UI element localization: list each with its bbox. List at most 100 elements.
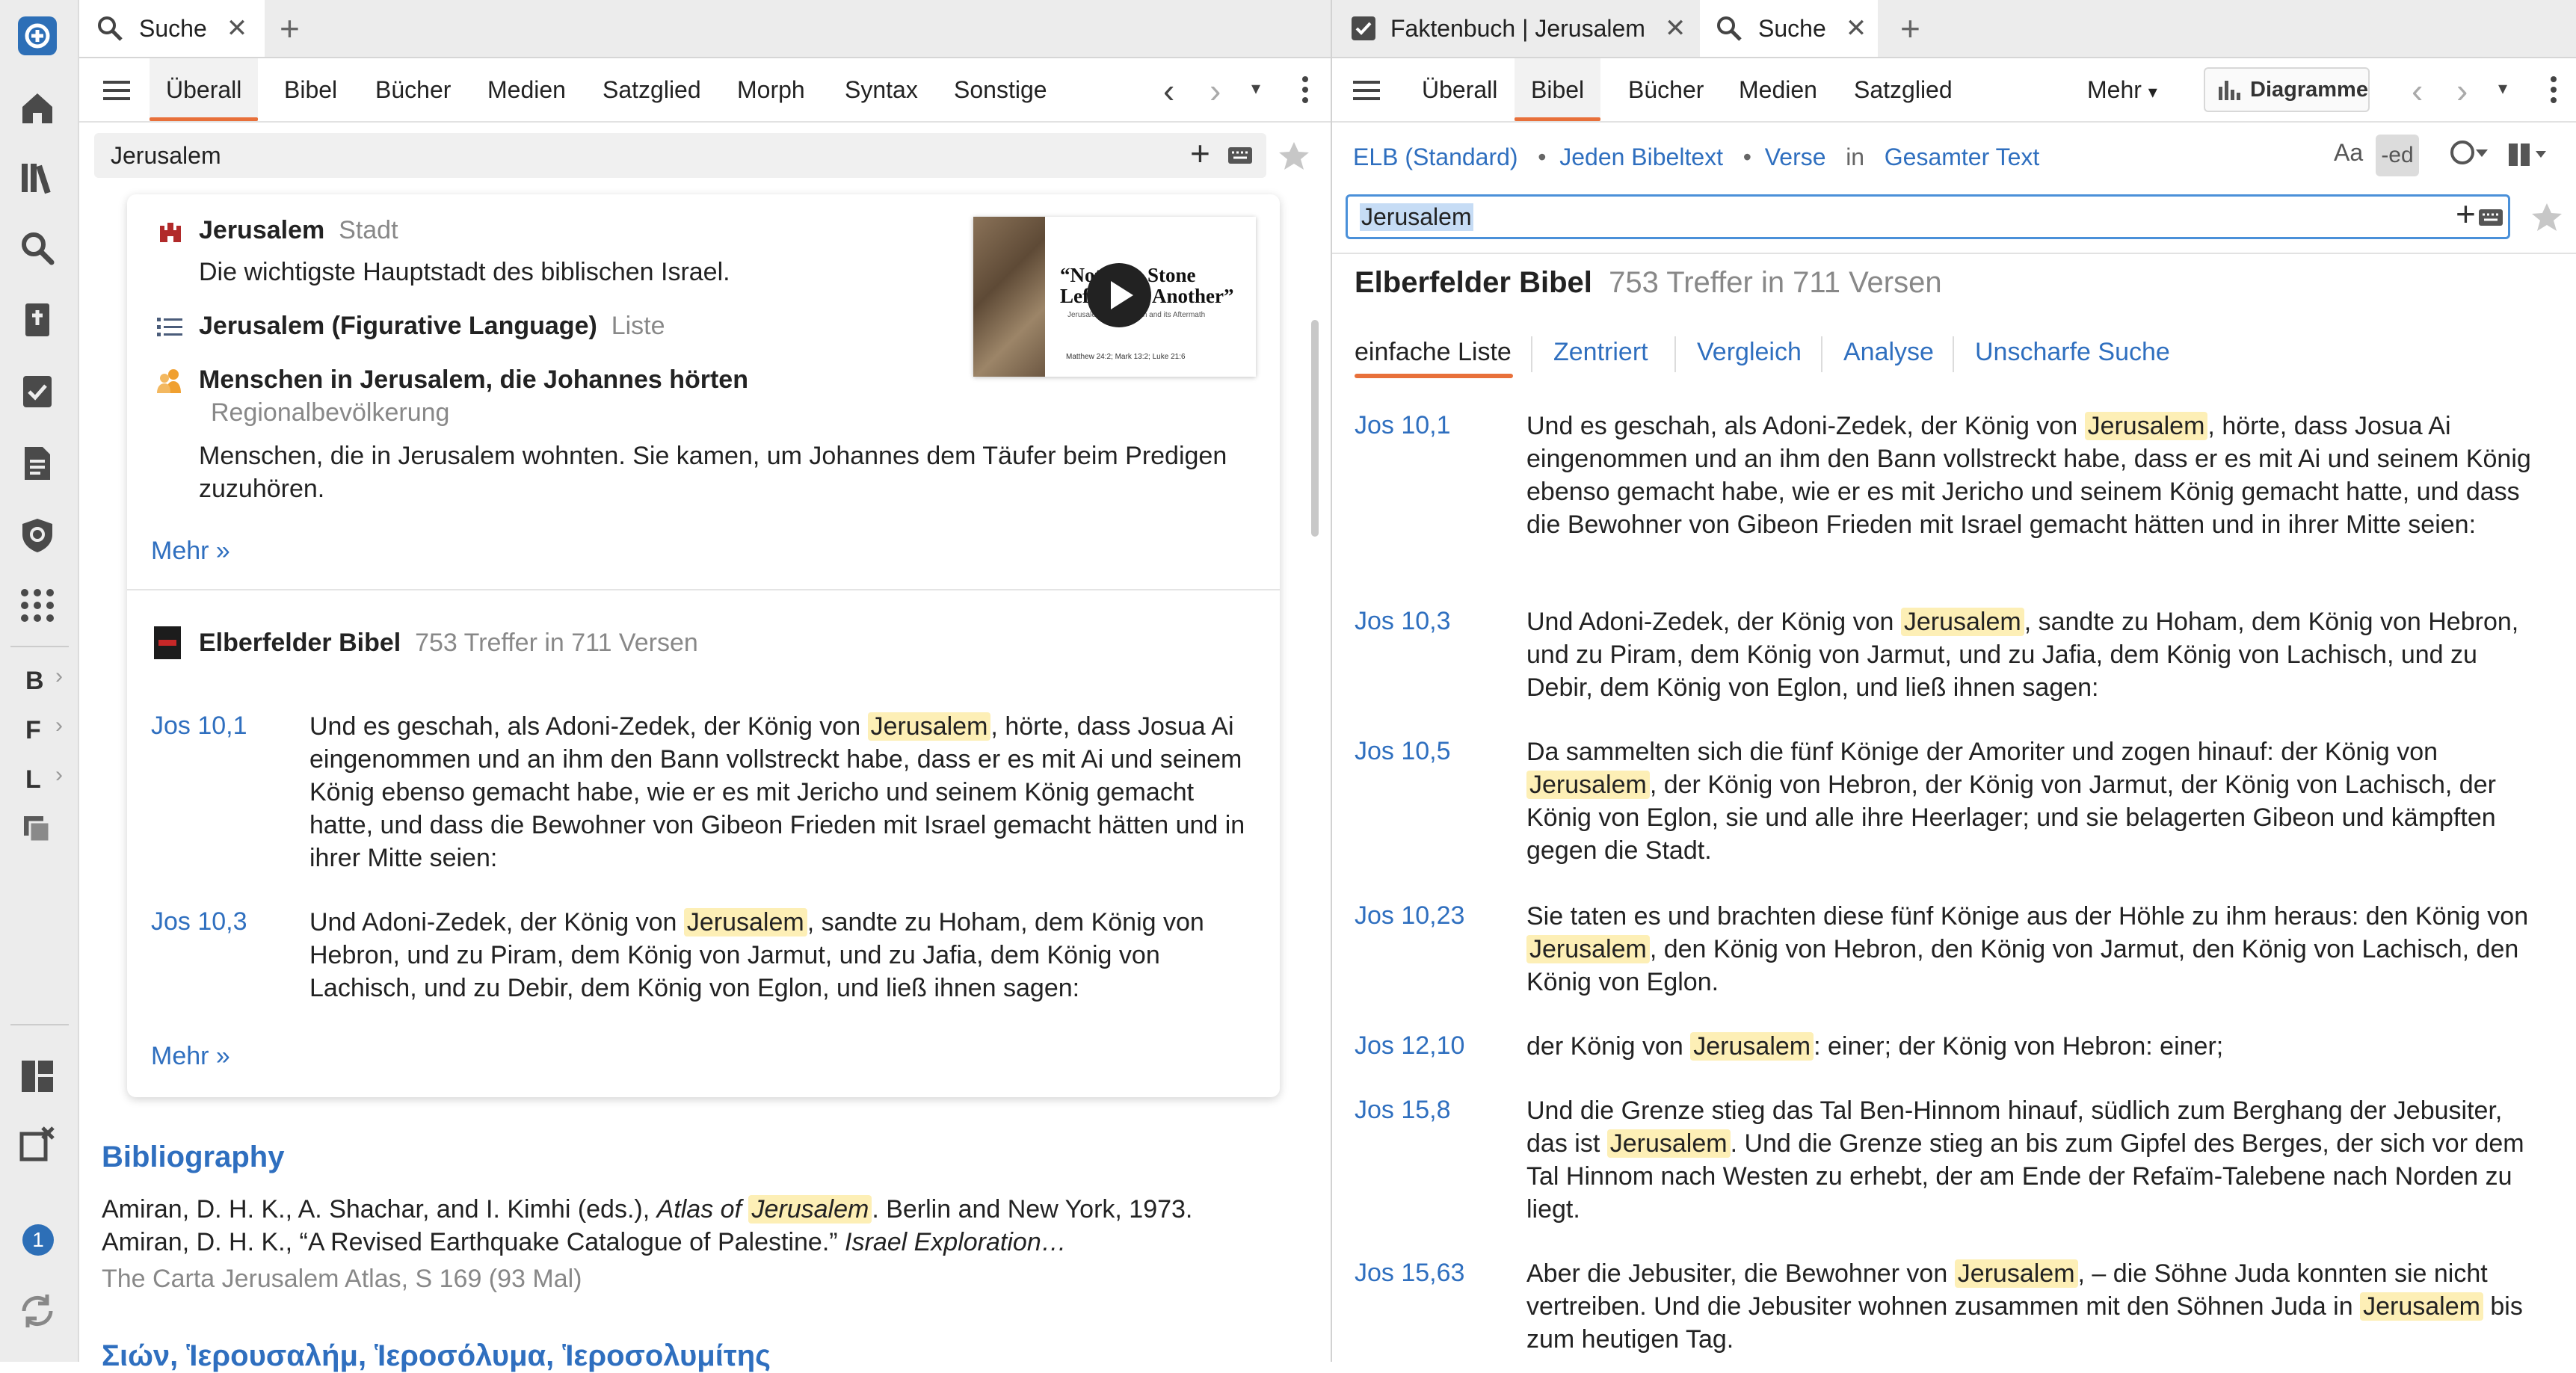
- keyboard-icon[interactable]: [1227, 146, 1253, 164]
- new-tab-button[interactable]: +: [1900, 0, 1920, 57]
- close-tab-icon[interactable]: ✕: [1665, 13, 1686, 43]
- sidebar-shortcut-f[interactable]: F: [25, 716, 41, 745]
- sidebar-shortcut-l[interactable]: L: [25, 765, 41, 795]
- edit-mode-icon[interactable]: -ed: [2376, 135, 2419, 176]
- tab-suche[interactable]: Suche ✕: [1700, 0, 1878, 57]
- menu-icon[interactable]: [103, 81, 130, 100]
- verse-ref-link[interactable]: Jos 15,63: [1355, 1259, 1464, 1288]
- scroll-left-icon[interactable]: ‹: [2412, 70, 2423, 111]
- favorite-star-icon[interactable]: [2531, 202, 2563, 232]
- play-button[interactable]: [1087, 263, 1151, 327]
- greek-heading[interactable]: Σιών, Ἱερουσαλήμ, Ἱεροσόλυμα, Ἱεροσολυμί…: [102, 1339, 771, 1373]
- chevron-down-icon[interactable]: ▾: [1251, 78, 1260, 99]
- bibliography-heading[interactable]: Bibliography: [102, 1141, 284, 1174]
- tab-medien[interactable]: Medien: [487, 58, 566, 121]
- home-icon[interactable]: [15, 85, 60, 130]
- chevron-down-icon[interactable]: ▾: [2498, 78, 2507, 99]
- more-link[interactable]: Mehr »: [151, 537, 230, 566]
- range-selector[interactable]: Gesamter Text: [1885, 144, 2039, 170]
- tab-sonstige[interactable]: Sonstige: [954, 58, 1047, 121]
- scroll-right-icon[interactable]: ›: [1210, 70, 1221, 111]
- search-icon[interactable]: [15, 226, 60, 271]
- more-options-icon[interactable]: [2551, 76, 2557, 108]
- search-hit[interactable]: Jerusalem: [748, 1195, 872, 1224]
- tab-faktenbuch[interactable]: Faktenbuch | Jerusalem ✕: [1350, 0, 1686, 57]
- search-hit[interactable]: Jerusalem: [1606, 1129, 1731, 1158]
- bibliography-source[interactable]: The Carta Jerusalem Atlas, S 169 (93 Mal…: [102, 1265, 582, 1294]
- view-tab-simple-list[interactable]: einfache Liste: [1355, 338, 1512, 367]
- close-tab-icon[interactable]: ✕: [227, 13, 248, 43]
- new-tab-button[interactable]: +: [280, 0, 300, 57]
- unit-selector[interactable]: Verse: [1765, 144, 1826, 170]
- charts-button[interactable]: Diagramme: [2204, 67, 2370, 112]
- search-hit[interactable]: Jerusalem: [1954, 1259, 2078, 1288]
- columns-icon[interactable]: [2507, 142, 2548, 167]
- view-tab-analysis[interactable]: Analyse: [1843, 338, 1934, 367]
- video-thumbnail[interactable]: “Not One StoneLeft Upon Another” Jerusal…: [973, 217, 1256, 377]
- search-hit[interactable]: Jerusalem: [1690, 1032, 1814, 1061]
- tab-buecher[interactable]: Bücher: [375, 58, 451, 121]
- menu-icon[interactable]: [1353, 81, 1380, 100]
- tab-ueberall[interactable]: Überall: [150, 58, 259, 121]
- search-input[interactable]: Jerusalem: [111, 142, 221, 170]
- bible-icon[interactable]: [15, 297, 60, 342]
- right-search-field[interactable]: Jerusalem +: [1346, 194, 2510, 239]
- highlight-icon[interactable]: [2449, 139, 2491, 169]
- search-hit[interactable]: Jerusalem: [2360, 1292, 2483, 1321]
- sidebar-shortcut-b[interactable]: B: [25, 667, 44, 696]
- more-dropdown[interactable]: Mehr ▾: [2087, 58, 2157, 121]
- search-hit[interactable]: Jerusalem: [1526, 935, 1650, 963]
- bible-name[interactable]: Elberfelder Bibel: [1355, 266, 1592, 299]
- tab-syntax[interactable]: Syntax: [845, 58, 918, 121]
- tab-suche[interactable]: Suche ✕: [79, 0, 265, 57]
- favorite-star-icon[interactable]: [1278, 141, 1310, 170]
- document-icon[interactable]: [15, 441, 60, 486]
- tab-ueberall[interactable]: Überall: [1422, 58, 1497, 121]
- verse-ref-link[interactable]: Jos 10,1: [151, 712, 247, 741]
- left-search-field[interactable]: Jerusalem +: [94, 133, 1266, 178]
- version-selector[interactable]: ELB (Standard): [1353, 144, 1518, 170]
- verse-ref-link[interactable]: Jos 10,3: [1355, 607, 1451, 636]
- view-tab-compare[interactable]: Vergleich: [1697, 338, 1802, 367]
- tab-satzglied[interactable]: Satzglied: [603, 58, 701, 121]
- verse-ref-link[interactable]: Jos 15,8: [1355, 1096, 1451, 1125]
- result-title-jerusalem[interactable]: Jerusalem Stadt: [199, 214, 398, 247]
- search-hit[interactable]: Jerusalem: [683, 908, 807, 937]
- library-icon[interactable]: [15, 155, 60, 200]
- more-link[interactable]: Mehr »: [151, 1042, 230, 1071]
- scroll-left-icon[interactable]: ‹: [1163, 70, 1174, 111]
- verse-ref-link[interactable]: Jos 10,1: [1355, 411, 1451, 440]
- search-hit[interactable]: Jerusalem: [1900, 608, 2024, 636]
- verse-ref-link[interactable]: Jos 10,23: [1355, 901, 1464, 931]
- more-options-icon[interactable]: [1302, 76, 1308, 108]
- verse-ref-link[interactable]: Jos 10,5: [1355, 737, 1451, 766]
- view-tab-fuzzy-search[interactable]: Unscharfe Suche: [1975, 338, 2170, 367]
- verse-ref-link[interactable]: Jos 10,3: [151, 907, 247, 937]
- add-icon[interactable]: +: [1190, 133, 1210, 173]
- font-size-icon[interactable]: Aa: [2334, 139, 2363, 167]
- copy-layers-icon[interactable]: [15, 807, 60, 852]
- tab-buecher[interactable]: Bücher: [1628, 58, 1704, 121]
- layout-icon[interactable]: [15, 1054, 60, 1099]
- close-panels-icon[interactable]: [15, 1121, 60, 1166]
- tab-morph[interactable]: Morph: [737, 58, 805, 121]
- search-hit[interactable]: Jerusalem: [2084, 412, 2208, 440]
- search-hit[interactable]: Jerusalem: [867, 712, 991, 741]
- notification-badge[interactable]: 1: [22, 1224, 54, 1256]
- scope-selector[interactable]: Jeden Bibeltext: [1559, 144, 1723, 170]
- verse-ref-link[interactable]: Jos 12,10: [1355, 1031, 1464, 1061]
- keyboard-icon[interactable]: [2478, 209, 2503, 226]
- tab-bibel[interactable]: Bibel: [1515, 58, 1601, 121]
- tab-medien[interactable]: Medien: [1739, 58, 1817, 121]
- result-title-menschen[interactable]: Menschen in Jerusalem, die Johannes hört…: [199, 363, 748, 396]
- search-hit[interactable]: Jerusalem: [1526, 771, 1650, 799]
- checklist-icon[interactable]: [15, 369, 60, 414]
- add-icon[interactable]: +: [2456, 194, 2476, 234]
- app-logo-icon[interactable]: [15, 13, 60, 58]
- apps-grid-icon[interactable]: [15, 583, 60, 628]
- shield-icon[interactable]: [15, 513, 60, 558]
- tab-satzglied[interactable]: Satzglied: [1854, 58, 1953, 121]
- scroll-right-icon[interactable]: ›: [2456, 70, 2468, 111]
- close-tab-icon[interactable]: ✕: [1846, 13, 1867, 43]
- sync-icon[interactable]: [15, 1289, 60, 1333]
